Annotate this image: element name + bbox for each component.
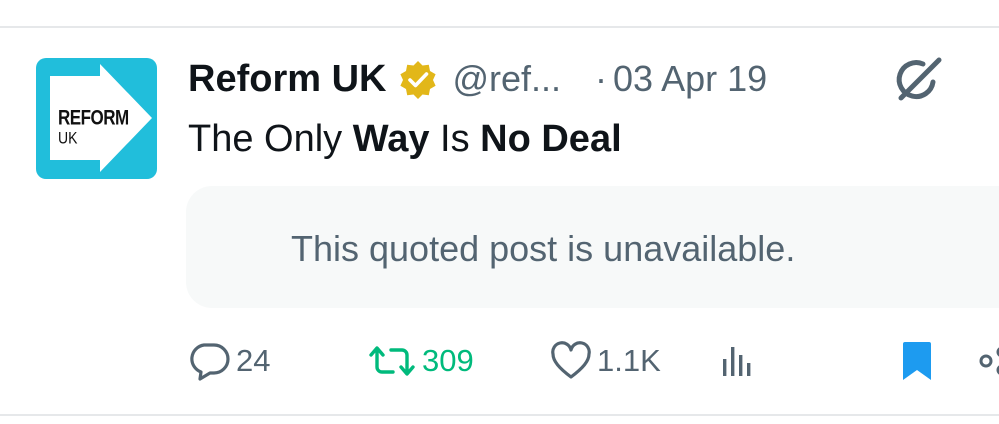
like-button[interactable]: 1.1K — [549, 338, 661, 384]
separator-dot: · — [595, 58, 608, 99]
avatar-logo-line2: UK — [58, 127, 78, 147]
post-text: The Only Way Is No Deal — [188, 118, 622, 161]
grok-icon[interactable] — [893, 56, 945, 102]
reply-icon — [190, 343, 230, 381]
post-text-bold-no-deal: No Deal — [480, 118, 622, 160]
top-divider — [0, 26, 999, 28]
retweet-button[interactable]: 309 — [366, 338, 474, 384]
views-chart-icon — [723, 347, 751, 376]
bottom-divider — [0, 414, 999, 416]
heart-icon — [551, 341, 591, 379]
post-text-part: Is — [429, 118, 481, 160]
share-icon[interactable] — [978, 346, 999, 376]
avatar[interactable]: REFORM UK — [36, 58, 157, 179]
avatar-logo-line1: REFORM — [58, 105, 129, 130]
retweet-icon — [369, 346, 415, 376]
quoted-post-unavailable-message: This quoted post is unavailable. — [291, 228, 796, 269]
author-handle[interactable]: @ref... — [452, 58, 561, 100]
retweet-count: 309 — [422, 343, 474, 378]
bookmark-icon[interactable] — [900, 340, 934, 382]
reply-button[interactable]: 24 — [188, 338, 270, 384]
post-text-bold-way: Way — [352, 118, 430, 160]
reply-count: 24 — [236, 343, 271, 378]
quoted-post-card[interactable]: This quoted post is unavailable. — [186, 186, 999, 308]
post-header: Reform UK @ref... · 03 Apr 19 — [188, 56, 767, 102]
views-button[interactable] — [718, 338, 758, 384]
post-screenshot: REFORM UK Reform UK @ref... · 03 Apr 19 … — [0, 0, 999, 424]
post-date[interactable]: 03 Apr 19 — [613, 58, 767, 100]
post-text-part: The Only — [188, 118, 353, 160]
author-display-name[interactable]: Reform UK — [188, 58, 386, 101]
avatar-logo-text: REFORM UK — [58, 105, 129, 147]
like-count: 1.1K — [597, 343, 661, 378]
gold-verified-icon[interactable] — [398, 59, 438, 99]
